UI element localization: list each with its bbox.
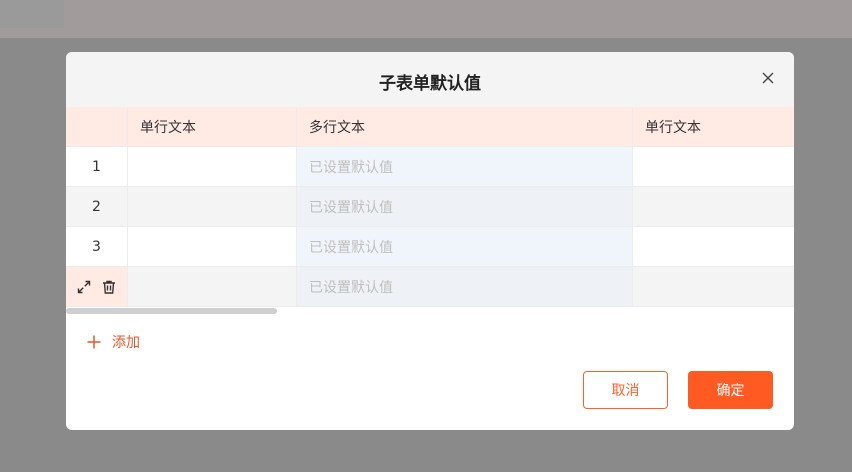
single-line-text-cell-2[interactable]: [633, 187, 794, 227]
delete-row-button[interactable]: [100, 278, 118, 296]
dialog-header: 子表单默认值: [66, 52, 794, 107]
multi-line-text-cell[interactable]: 已设置默认值: [297, 187, 633, 227]
subform-default-dialog: 子表单默认值 单行文本 多行文本 单行文本 1 已设置默认值 2 已设置默认值: [66, 52, 794, 430]
header-multi-line-text: 多行文本: [297, 107, 633, 147]
close-button[interactable]: [760, 70, 776, 86]
cancel-button[interactable]: 取消: [583, 371, 668, 409]
single-line-text-cell[interactable]: [128, 147, 297, 187]
header-single-line-text-2: 单行文本: [633, 107, 794, 147]
close-icon: [762, 72, 774, 84]
background-top-bar: [0, 0, 852, 38]
plus-icon: [87, 335, 101, 349]
multi-line-text-cell[interactable]: 已设置默认值: [297, 147, 633, 187]
table-row-hovered: 已设置默认值: [66, 267, 794, 307]
multi-line-text-cell[interactable]: 已设置默认值: [297, 267, 633, 307]
header-single-line-text: 单行文本: [128, 107, 297, 147]
header-index: [66, 107, 128, 147]
row-index: 3: [66, 227, 128, 267]
trash-icon: [103, 280, 115, 294]
table-header: 单行文本 多行文本 单行文本: [66, 107, 794, 147]
row-index: 2: [66, 187, 128, 227]
subform-table: 单行文本 多行文本 单行文本 1 已设置默认值 2 已设置默认值 3 已设置默认…: [66, 107, 794, 316]
add-row-button[interactable]: 添加: [86, 332, 140, 352]
single-line-text-cell[interactable]: [128, 227, 297, 267]
table-row: 2 已设置默认值: [66, 187, 794, 227]
confirm-button[interactable]: 确定: [688, 371, 773, 409]
horizontal-scrollbar-thumb[interactable]: [66, 308, 277, 314]
multi-line-text-cell[interactable]: 已设置默认值: [297, 227, 633, 267]
row-actions: [66, 267, 128, 307]
add-row-label: 添加: [112, 335, 140, 351]
row-index: 1: [66, 147, 128, 187]
single-line-text-cell[interactable]: [128, 267, 297, 307]
expand-row-button[interactable]: [75, 278, 93, 296]
table-row: 1 已设置默认值: [66, 147, 794, 187]
expand-icon: [77, 280, 91, 293]
single-line-text-cell-2[interactable]: [633, 227, 794, 267]
background-top-left: [0, 0, 64, 28]
table-row: 3 已设置默认值: [66, 227, 794, 267]
single-line-text-cell-2[interactable]: [633, 267, 794, 307]
single-line-text-cell-2[interactable]: [633, 147, 794, 187]
single-line-text-cell[interactable]: [128, 187, 297, 227]
dialog-title: 子表单默认值: [379, 74, 481, 94]
